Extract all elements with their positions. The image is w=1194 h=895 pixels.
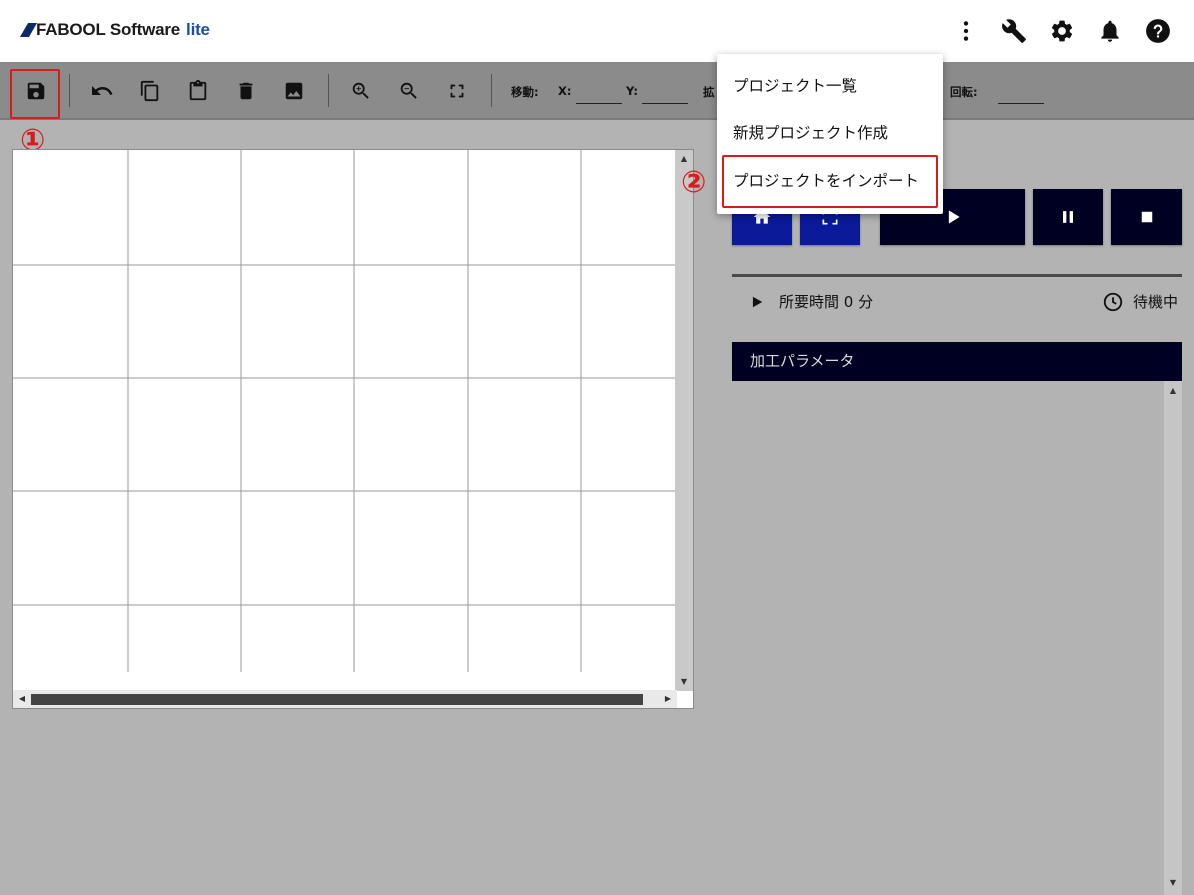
zoom-out-button[interactable] xyxy=(392,74,426,108)
project-menu: プロジェクト一覧 新規プロジェクト作成 プロジェクトをインポート xyxy=(717,54,943,214)
scroll-left-icon[interactable]: ◀ xyxy=(15,690,29,708)
image-icon xyxy=(285,82,303,100)
machine-status: 待機中 xyxy=(1133,293,1179,311)
run-time-play-icon xyxy=(752,296,763,308)
brand-mark-icon xyxy=(22,23,34,37)
status-row: 所要時間 0 分 待機中 xyxy=(732,290,1182,314)
scroll-right-icon[interactable]: ▶ xyxy=(661,690,675,708)
menu-item-project-list[interactable]: プロジェクト一覧 xyxy=(717,63,943,109)
rotate-label: 回転: xyxy=(950,85,978,99)
save-highlight-box xyxy=(10,69,60,119)
canvas-grid xyxy=(13,150,677,672)
import-highlight-box xyxy=(722,155,938,208)
image-button[interactable] xyxy=(277,74,311,108)
delete-button[interactable] xyxy=(229,74,263,108)
stop-icon xyxy=(1141,211,1152,223)
stop-button[interactable] xyxy=(1111,189,1182,245)
paste-icon xyxy=(189,80,207,101)
brand-logo: FABOOL Software lite xyxy=(22,20,210,40)
params-header: 加工パラメータ xyxy=(732,342,1182,381)
zoom-out-icon xyxy=(400,82,417,99)
scroll-down-icon[interactable]: ▼ xyxy=(675,673,693,691)
fit-screen-icon xyxy=(450,84,464,98)
fit-screen-button[interactable] xyxy=(440,74,474,108)
delete-icon xyxy=(239,82,253,100)
copy-icon xyxy=(140,80,159,102)
toolbar: 移動: X: Y: 拡 回転: xyxy=(0,62,1194,120)
undo-button[interactable] xyxy=(85,74,119,108)
step-two-marker: ② xyxy=(681,165,707,200)
toolbar-divider xyxy=(69,74,70,107)
wrench-icon[interactable] xyxy=(1001,18,1027,44)
x-input[interactable] xyxy=(576,82,622,104)
pause-icon xyxy=(1063,211,1073,223)
toolbar-divider xyxy=(491,74,492,107)
play-icon xyxy=(948,210,960,224)
params-scroll-down-icon[interactable]: ▼ xyxy=(1164,875,1182,891)
rotate-input[interactable] xyxy=(998,82,1044,104)
menu-item-new-project[interactable]: 新規プロジェクト作成 xyxy=(717,110,943,156)
work-canvas[interactable]: ▲ ▼ ◀ ▶ xyxy=(12,149,694,709)
scrollbar-thumb[interactable] xyxy=(31,694,643,705)
time-estimate: 所要時間 0 分 xyxy=(779,293,874,311)
zoom-in-icon xyxy=(352,82,369,99)
copy-button[interactable] xyxy=(133,74,167,108)
params-scroll-up-icon[interactable]: ▲ xyxy=(1164,383,1182,399)
canvas-horizontal-scrollbar[interactable]: ◀ ▶ xyxy=(13,690,677,708)
scale-label: 拡 xyxy=(703,85,715,99)
params-scrollbar[interactable]: ▲ ▼ xyxy=(1164,381,1182,895)
brand-suffix: lite xyxy=(186,20,210,39)
move-label: 移動: xyxy=(511,85,539,99)
paste-button[interactable] xyxy=(181,74,215,108)
gear-icon[interactable] xyxy=(1049,18,1075,44)
y-input[interactable] xyxy=(642,82,688,104)
help-icon[interactable] xyxy=(1145,18,1171,44)
pause-button[interactable] xyxy=(1033,189,1103,245)
canvas-vertical-scrollbar[interactable]: ▲ ▼ xyxy=(675,150,693,691)
bell-icon[interactable] xyxy=(1097,18,1123,44)
more-vert-icon[interactable] xyxy=(953,18,979,44)
undo-icon xyxy=(92,86,113,95)
brand-name: FABOOL Software xyxy=(36,20,181,39)
toolbar-divider xyxy=(328,74,329,107)
x-label: X: xyxy=(558,84,572,98)
app-header: FABOOL Software lite xyxy=(0,0,1194,62)
progress-divider xyxy=(732,274,1182,277)
y-label: Y: xyxy=(626,84,638,98)
clock-icon xyxy=(1103,292,1123,312)
zoom-in-button[interactable] xyxy=(344,74,378,108)
